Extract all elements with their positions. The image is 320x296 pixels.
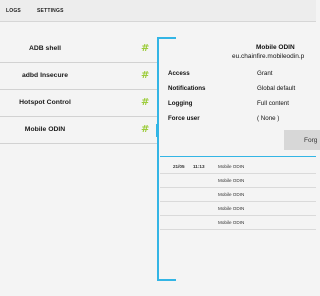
- notifications-value[interactable]: Global default: [257, 85, 295, 92]
- app-list: ADB shell # adbd Insecure # Hotspot Cont…: [0, 36, 159, 144]
- access-value[interactable]: Grant: [257, 70, 272, 77]
- app-list-item-hotspot-control[interactable]: Hotspot Control #: [0, 90, 158, 117]
- log-row[interactable]: Mobile ODIN: [160, 216, 316, 230]
- app-icon: #: [141, 43, 150, 54]
- top-tab-bar: LOGS SETTINGS: [0, 0, 316, 22]
- log-date: 21/05: [173, 164, 185, 169]
- pane-divider: [157, 37, 159, 281]
- details-package-name: eu.chainfire.mobileodin.p: [232, 53, 305, 60]
- log-app-name: Mobile ODIN: [218, 220, 245, 225]
- log-row[interactable]: Mobile ODIN: [160, 188, 316, 202]
- app-icon: #: [141, 124, 150, 135]
- app-label: Mobile ODIN: [24, 126, 66, 133]
- log-row[interactable]: 21/05 11:13 Mobile ODIN: [160, 160, 316, 174]
- force-user-label: Force user: [168, 115, 200, 122]
- log-app-name: Mobile ODIN: [218, 206, 245, 211]
- tab-logs[interactable]: LOGS: [6, 8, 21, 14]
- log-time: 11:13: [193, 164, 205, 169]
- log-app-name: Mobile ODIN: [218, 192, 245, 197]
- log-list: 21/05 11:13 Mobile ODIN Mobile ODIN Mobi…: [160, 156, 316, 282]
- app-label: adbd Insecure: [21, 72, 69, 79]
- logging-value[interactable]: Full content: [257, 100, 289, 107]
- log-app-name: Mobile ODIN: [218, 164, 245, 169]
- logging-label: Logging: [168, 100, 193, 107]
- app-label: Hotspot Control: [19, 99, 71, 106]
- app-label: ADB shell: [28, 45, 62, 52]
- notifications-label: Notifications: [168, 85, 206, 92]
- log-row[interactable]: Mobile ODIN: [160, 202, 316, 216]
- app-details-panel: Mobile ODIN eu.chainfire.mobileodin.p Ac…: [160, 36, 320, 154]
- app-list-item-adb-shell[interactable]: ADB shell #: [0, 36, 158, 63]
- app-icon: #: [141, 70, 150, 81]
- app-icon: #: [141, 97, 150, 108]
- details-app-title: Mobile ODIN: [256, 44, 295, 51]
- app-list-item-mobile-odin[interactable]: Mobile ODIN #: [0, 117, 159, 144]
- log-row[interactable]: Mobile ODIN: [160, 174, 316, 188]
- app-list-item-adbd-insecure[interactable]: adbd Insecure #: [0, 63, 158, 90]
- log-app-name: Mobile ODIN: [218, 178, 245, 183]
- force-user-value[interactable]: ( None ): [257, 115, 279, 122]
- tab-settings[interactable]: SETTINGS: [37, 8, 64, 14]
- access-label: Access: [168, 70, 190, 77]
- forget-button[interactable]: Forg: [284, 130, 320, 150]
